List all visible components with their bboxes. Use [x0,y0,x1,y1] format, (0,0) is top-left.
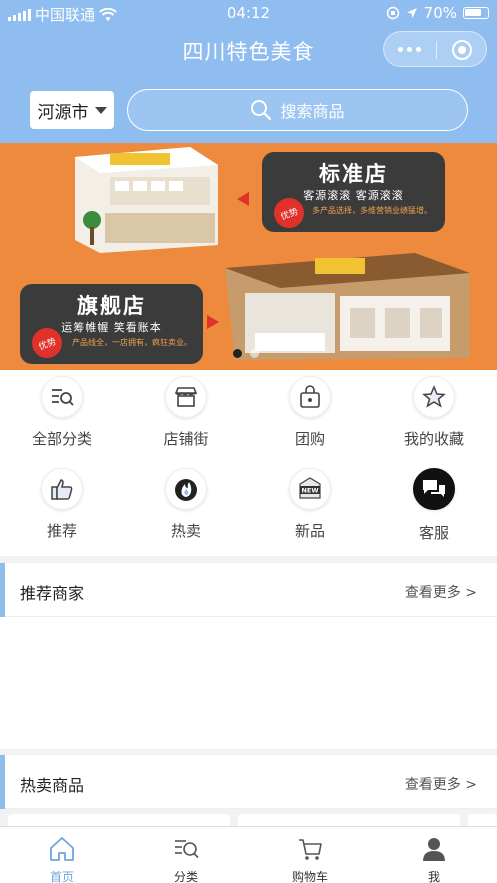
category-label: 我的收藏 [403,430,464,448]
category-label: 团购 [294,430,325,448]
status-right: 70% [386,4,489,22]
category-label: 全部分类 [31,430,92,448]
standard-store-desc: 多产品选择，多维营销业绩猛增。 [312,206,432,215]
battery-percent: 70% [423,4,457,22]
section-title: 热卖商品 [20,776,85,795]
product-card[interactable] [8,814,230,826]
tab-category[interactable]: 分类 [124,827,248,883]
orientation-lock-icon [386,6,399,20]
star-icon [413,376,455,418]
view-more-link[interactable]: 查看更多 > [405,582,477,602]
category-icon [175,840,199,859]
recommended-merchants-list [0,617,497,749]
category-new[interactable]: NEW 新品 [248,468,372,558]
tab-label: 分类 [173,870,198,883]
tab-me[interactable]: 我 [372,827,496,883]
category-label: 店铺街 [163,430,209,448]
tab-label: 首页 [49,870,74,883]
thumbs-up-icon [41,468,83,510]
caret-down-icon [94,106,107,114]
category-label: 热卖 [170,522,201,540]
list-search-icon [41,376,83,418]
category-shop-street[interactable]: 店铺街 [124,376,248,466]
header: 四川特色美食 河源市 搜索商品 [0,26,497,143]
section-accent-bar [0,755,5,809]
standard-store-image [75,147,218,253]
section-title: 推荐商家 [20,584,85,603]
svg-text:NEW: NEW [301,487,318,495]
category-customer-service[interactable]: 客服 [372,468,496,558]
carousel-dot[interactable] [250,349,259,358]
standard-store-title: 标准店 [319,161,388,186]
carousel-indicator[interactable] [233,349,259,358]
arrow-right-icon [207,315,219,329]
flagship-store-title: 旗舰店 [77,293,146,318]
cart-icon [299,839,322,860]
flagship-store-image [225,253,470,360]
product-card[interactable] [238,814,460,826]
recommended-merchants-header: 推荐商家 查看更多 > [0,563,497,617]
product-card[interactable] [468,814,497,826]
tab-cart[interactable]: 购物车 [248,827,372,883]
city-selector[interactable]: 河源市 [30,91,114,129]
promo-banner[interactable]: 标准店 客源滚滚 客源滚滚 优势 多产品选择，多维营销业绩猛增。 旗舰店 运筹帷… [0,143,497,370]
search-icon [251,100,272,121]
carousel-dot-active[interactable] [233,349,242,358]
category-grid: 全部分类 店铺街 团购 我的收藏 推荐 热卖 NEW 新品 客服 [0,370,497,556]
search-input[interactable]: 搜索商品 [127,89,468,131]
capsule-divider [436,41,437,59]
category-label: 客服 [418,524,449,542]
status-bar: 中国联通 04:12 70% [0,0,497,26]
category-group-buy[interactable]: 团购 [248,376,372,466]
hot-products-header: 热卖商品 查看更多 > [0,755,497,809]
user-icon [423,838,445,861]
mini-program-capsule [383,31,487,67]
category-hot-sale[interactable]: 热卖 [124,468,248,558]
category-label: 推荐 [46,522,77,540]
tab-label: 购物车 [291,870,328,883]
standard-store-tag: 标准店 客源滚滚 客源滚滚 优势 多产品选择，多维营销业绩猛增。 [262,152,445,233]
arrow-left-icon [237,192,249,206]
flagship-store-tag: 旗舰店 运筹帷幄 笑看账本 优势 产品线全，一店拥有，疯狂卖业。 [20,284,203,364]
category-all[interactable]: 全部分类 [0,376,124,466]
storefront-icon [165,376,207,418]
search-placeholder: 搜索商品 [280,102,345,121]
section-accent-bar [0,563,5,617]
more-options-icon[interactable] [398,47,421,52]
tab-label: 我 [427,870,440,883]
shopping-bag-icon [289,376,331,418]
tab-bar: 首页 分类 购物车 我 [0,826,497,883]
home-icon [50,837,74,861]
category-label: 新品 [294,522,325,540]
view-more-link[interactable]: 查看更多 > [405,774,477,794]
flagship-store-desc: 产品线全，一店拥有，疯狂卖业。 [72,338,192,347]
category-favorites[interactable]: 我的收藏 [372,376,496,466]
battery-icon [463,7,489,19]
location-icon [406,8,417,18]
close-target-icon[interactable] [452,40,472,60]
chat-bubbles-icon [413,468,455,510]
tab-home[interactable]: 首页 [0,827,124,883]
city-label: 河源市 [37,102,89,123]
hot-products-list [0,810,497,826]
category-recommend[interactable]: 推荐 [0,468,124,558]
new-badge-icon: NEW [289,468,331,510]
fire-icon [165,468,207,510]
